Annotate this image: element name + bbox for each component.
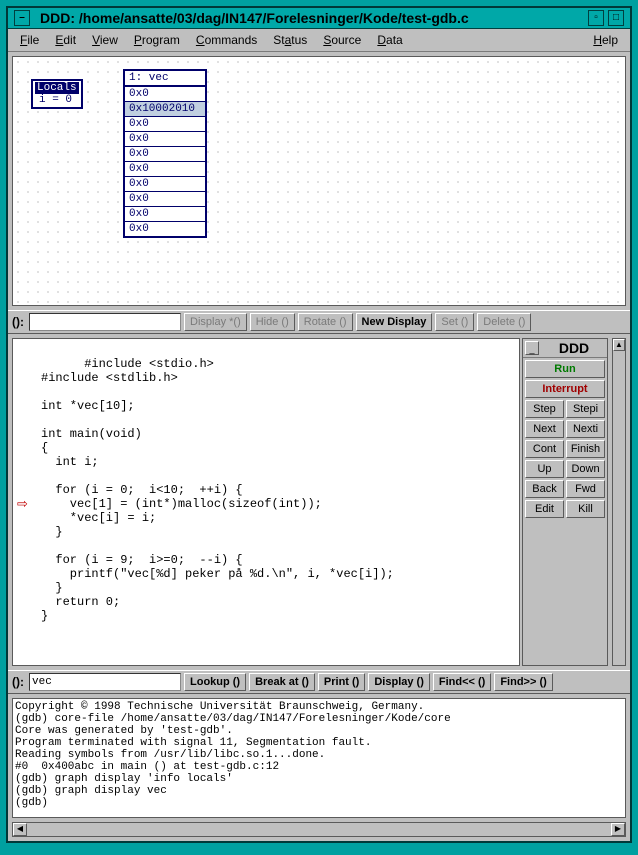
locals-title: Locals — [35, 82, 79, 94]
edit-button[interactable]: Edit — [525, 500, 564, 518]
locals-row[interactable]: i = 0 — [35, 94, 79, 106]
command-tool-title: DDD — [541, 340, 607, 356]
main-split: ⇨ #include <stdio.h> #include <stdlib.h>… — [8, 334, 630, 666]
menu-file[interactable]: File — [12, 31, 47, 49]
next-button[interactable]: Next — [525, 420, 564, 438]
menu-status[interactable]: Status — [265, 31, 315, 49]
vec-row[interactable]: 0x0 — [125, 192, 205, 207]
window-title: DDD: /home/ansatte/03/dag/IN147/Forelesn… — [32, 10, 586, 26]
kill-button[interactable]: Kill — [566, 500, 605, 518]
fwd-button[interactable]: Fwd — [566, 480, 605, 498]
source-area[interactable]: ⇨ #include <stdio.h> #include <stdlib.h>… — [12, 338, 520, 666]
find-prev-button[interactable]: Find<< () — [433, 673, 491, 691]
new-display-button[interactable]: New Display — [356, 313, 433, 331]
menu-source[interactable]: Source — [315, 31, 369, 49]
lookup-button[interactable]: Lookup () — [184, 673, 246, 691]
scroll-left-icon[interactable]: ◀ — [13, 823, 27, 836]
lookup-toolbar: (): Lookup () Break at () Print () Displ… — [8, 670, 630, 694]
app-window: – DDD: /home/ansatte/03/dag/IN147/Forele… — [6, 6, 632, 843]
rotate-button[interactable]: Rotate () — [298, 313, 353, 331]
vec-row[interactable]: 0x0 — [125, 162, 205, 177]
print-button[interactable]: Print () — [318, 673, 365, 691]
break-at-button[interactable]: Break at () — [249, 673, 315, 691]
display-vec[interactable]: 1: vec 0x00x100020100x00x00x00x00x00x00x… — [123, 69, 207, 238]
source-gutter: ⇨ — [13, 339, 37, 665]
minimize-button[interactable]: ▫ — [588, 10, 604, 26]
up-button[interactable]: Up — [525, 460, 564, 478]
scroll-track[interactable] — [27, 823, 611, 836]
step-button[interactable]: Step — [525, 400, 564, 418]
vec-row[interactable]: 0x0 — [125, 207, 205, 222]
window-menu-button[interactable]: – — [14, 10, 30, 26]
find-next-button[interactable]: Find>> () — [494, 673, 552, 691]
menu-help[interactable]: Help — [585, 31, 626, 49]
vec-row[interactable]: 0x0 — [125, 222, 205, 236]
display-locals[interactable]: Locals i = 0 — [31, 79, 83, 109]
display-button[interactable]: Display () — [368, 673, 430, 691]
vec-row[interactable]: 0x0 — [125, 117, 205, 132]
stop-marker-icon: ⇨ — [17, 497, 28, 512]
run-button[interactable]: Run — [525, 360, 605, 378]
nexti-button[interactable]: Nexti — [566, 420, 605, 438]
menu-program[interactable]: Program — [126, 31, 188, 49]
menu-view[interactable]: View — [84, 31, 126, 49]
back-button[interactable]: Back — [525, 480, 564, 498]
data-display-area[interactable]: Locals i = 0 1: vec 0x00x100020100x00x00… — [12, 56, 626, 306]
titlebar: – DDD: /home/ansatte/03/dag/IN147/Forele… — [8, 8, 630, 29]
set-button[interactable]: Set () — [435, 313, 474, 331]
vec-title: 1: vec — [125, 71, 205, 87]
lookup-label: (): — [12, 675, 24, 689]
console-hscroll[interactable]: ◀ ▶ — [12, 822, 626, 837]
argument-toolbar: (): Display *() Hide () Rotate () New Di… — [8, 310, 630, 334]
menu-edit[interactable]: Edit — [47, 31, 84, 49]
vec-row[interactable]: 0x10002010 — [125, 102, 205, 117]
vec-row[interactable]: 0x0 — [125, 177, 205, 192]
menu-data[interactable]: Data — [369, 31, 410, 49]
console-text: Copyright © 1998 Technische Universität … — [15, 701, 451, 809]
display-star-button[interactable]: Display *() — [184, 313, 247, 331]
interrupt-button[interactable]: Interrupt — [525, 380, 605, 398]
cont-button[interactable]: Cont — [525, 440, 564, 458]
delete-button[interactable]: Delete () — [477, 313, 531, 331]
command-tool: _ DDD Run Interrupt Step Stepi Next Next… — [522, 338, 608, 666]
command-tool-minimize[interactable]: _ — [525, 341, 539, 355]
source-vscroll[interactable]: ▲ — [612, 338, 626, 666]
command-tool-header: _ DDD — [523, 339, 607, 358]
maximize-button[interactable]: □ — [608, 10, 624, 26]
menu-commands[interactable]: Commands — [188, 31, 265, 49]
vec-row[interactable]: 0x0 — [125, 87, 205, 102]
hide-button[interactable]: Hide () — [250, 313, 295, 331]
arg-label: (): — [12, 315, 24, 329]
source-text: #include <stdio.h> #include <stdlib.h> i… — [41, 357, 394, 623]
scroll-right-icon[interactable]: ▶ — [611, 823, 625, 836]
lookup-input[interactable] — [29, 673, 181, 691]
gdb-console[interactable]: Copyright © 1998 Technische Universität … — [12, 698, 626, 818]
stepi-button[interactable]: Stepi — [566, 400, 605, 418]
vec-row[interactable]: 0x0 — [125, 132, 205, 147]
vec-row[interactable]: 0x0 — [125, 147, 205, 162]
menubar: File Edit View Program Commands Status S… — [8, 29, 630, 52]
scroll-up-icon[interactable]: ▲ — [613, 339, 625, 351]
finish-button[interactable]: Finish — [566, 440, 605, 458]
down-button[interactable]: Down — [566, 460, 605, 478]
arg-input[interactable] — [29, 313, 181, 331]
